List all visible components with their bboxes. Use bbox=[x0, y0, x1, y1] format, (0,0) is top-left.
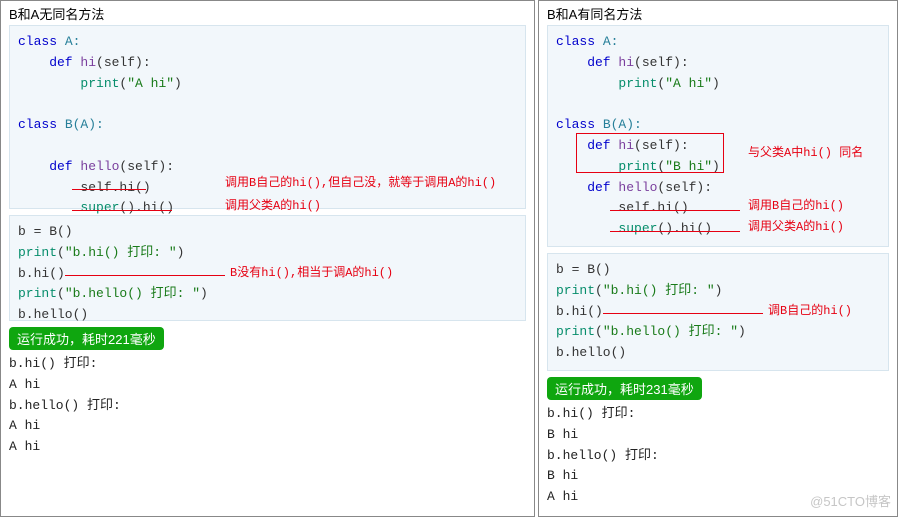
underline-self-hi-right bbox=[610, 210, 740, 211]
annot-right-1: 与父类A中hi() 同名 bbox=[748, 144, 863, 163]
underline-self-hi-left bbox=[72, 189, 146, 190]
annot-left-2: 调用父类A的hi() bbox=[225, 197, 321, 216]
right-code-block: class A: def hi(self): print("A hi") cla… bbox=[547, 25, 889, 247]
left-run-block: b = B() print("b.hi() 打印: ") b.hi() prin… bbox=[9, 215, 526, 321]
underline-super-hi-left bbox=[72, 210, 172, 211]
annot-left-1: 调用B自己的hi(),但自己没，就等于调用A的hi() bbox=[225, 174, 496, 193]
underline-super-hi-right bbox=[610, 231, 740, 232]
annot-left-3: B没有hi(),相当于调A的hi() bbox=[230, 264, 393, 283]
underline-bhi-right bbox=[603, 313, 763, 314]
annot-right-2: 调用B自己的hi() bbox=[748, 197, 844, 216]
redbox-def-hi bbox=[576, 133, 724, 173]
right-success-badge: 运行成功，耗时231毫秒 bbox=[547, 377, 702, 400]
watermark: @51CTO博客 bbox=[810, 491, 891, 510]
right-title: B和A有同名方法 bbox=[547, 4, 889, 23]
annot-right-4: 调B自己的hi() bbox=[768, 302, 852, 321]
right-run-block: b = B() print("b.hi() 打印: ") b.hi() prin… bbox=[547, 253, 889, 371]
left-success-badge: 运行成功，耗时221毫秒 bbox=[9, 327, 164, 350]
left-output: b.hi() 打印: A hi b.hello() 打印: A hi A hi bbox=[9, 354, 526, 458]
underline-bhi-left bbox=[65, 275, 225, 276]
annot-right-3: 调用父类A的hi() bbox=[748, 218, 844, 237]
left-code-block: class A: def hi(self): print("A hi") cla… bbox=[9, 25, 526, 209]
left-title: B和A无同名方法 bbox=[9, 4, 526, 23]
